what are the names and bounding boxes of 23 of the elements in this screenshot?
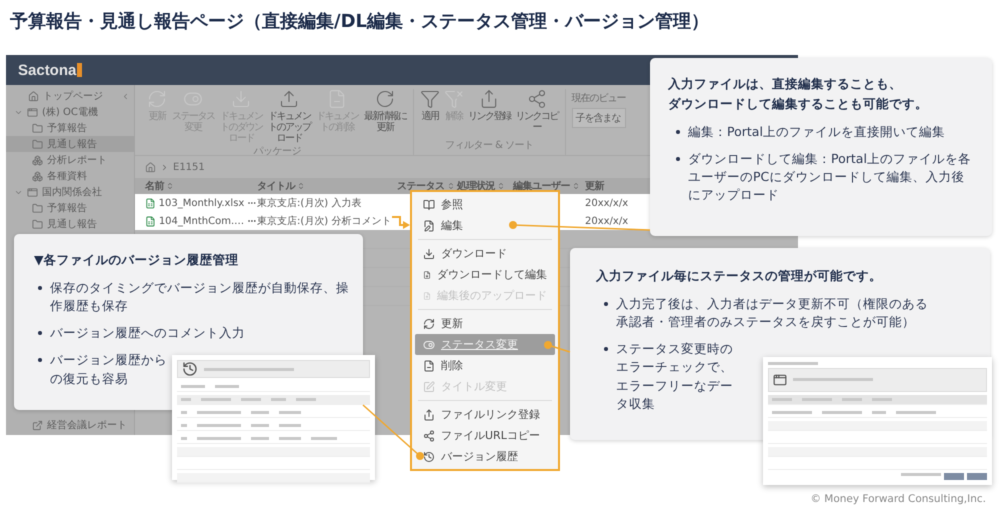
bullet-text: ステータス変更時のエラーチェックで、エラーフリーなデータ収集 — [616, 340, 734, 413]
callout-title: ▼各ファイルのバージョン履歴管理 — [34, 251, 240, 269]
bullet-text: 入力完了後は、入力者はデータ更新不可（権限のある承認者・管理者のみステータスを戻すことが可能） — [616, 295, 929, 332]
bullet-text: 保存のタイミングでバージョン履歴が自動保存、操作履歴も保存 — [50, 279, 349, 316]
bullet-text: バージョン履歴へのコメント入力 — [50, 324, 245, 342]
page-title: 予算報告・見通し報告ページ（直接編集/DL編集・ステータス管理・バージョン管理） — [9, 10, 710, 34]
logo: Sactona — [18, 62, 82, 78]
group-caption: パッケージ — [253, 145, 301, 158]
callout-title: 入力ファイルは、直接編集することも、 — [668, 75, 903, 93]
table-cell: 20xx/x/x — [585, 216, 628, 226]
view-label: 現在のビュー — [572, 92, 626, 105]
bullet-text: 編集：Portal上のファイルを直接開いて編集 — [688, 123, 945, 141]
file-name: 104_MnthCom.… — [158, 216, 244, 226]
bullet-text: バージョン履歴からの復元も容易 — [50, 351, 168, 388]
table-cell-text: 東京支店:(月次) 分析コメント — [257, 214, 392, 228]
callout-title: 入力ファイル毎にステータスの管理が可能です。 — [596, 267, 883, 285]
group-caption: フィルター & ソート — [444, 139, 534, 152]
callout-title: ダウンロードして編集することも可能です。 — [668, 95, 929, 113]
file-name: 103_Monthly.xlsx — [158, 198, 244, 208]
table-cell-text: 東京支店:(月次) 入力表 — [257, 196, 362, 210]
copyright: © Money Forward Consulting,Inc. — [810, 493, 986, 505]
bullet-text: ダウンロードして編集：Portal上のファイルを各ユーザーのPCにダウンロードして編集、入力後にアップロード — [688, 150, 972, 204]
table-cell: 20xx/x/x — [585, 198, 628, 208]
